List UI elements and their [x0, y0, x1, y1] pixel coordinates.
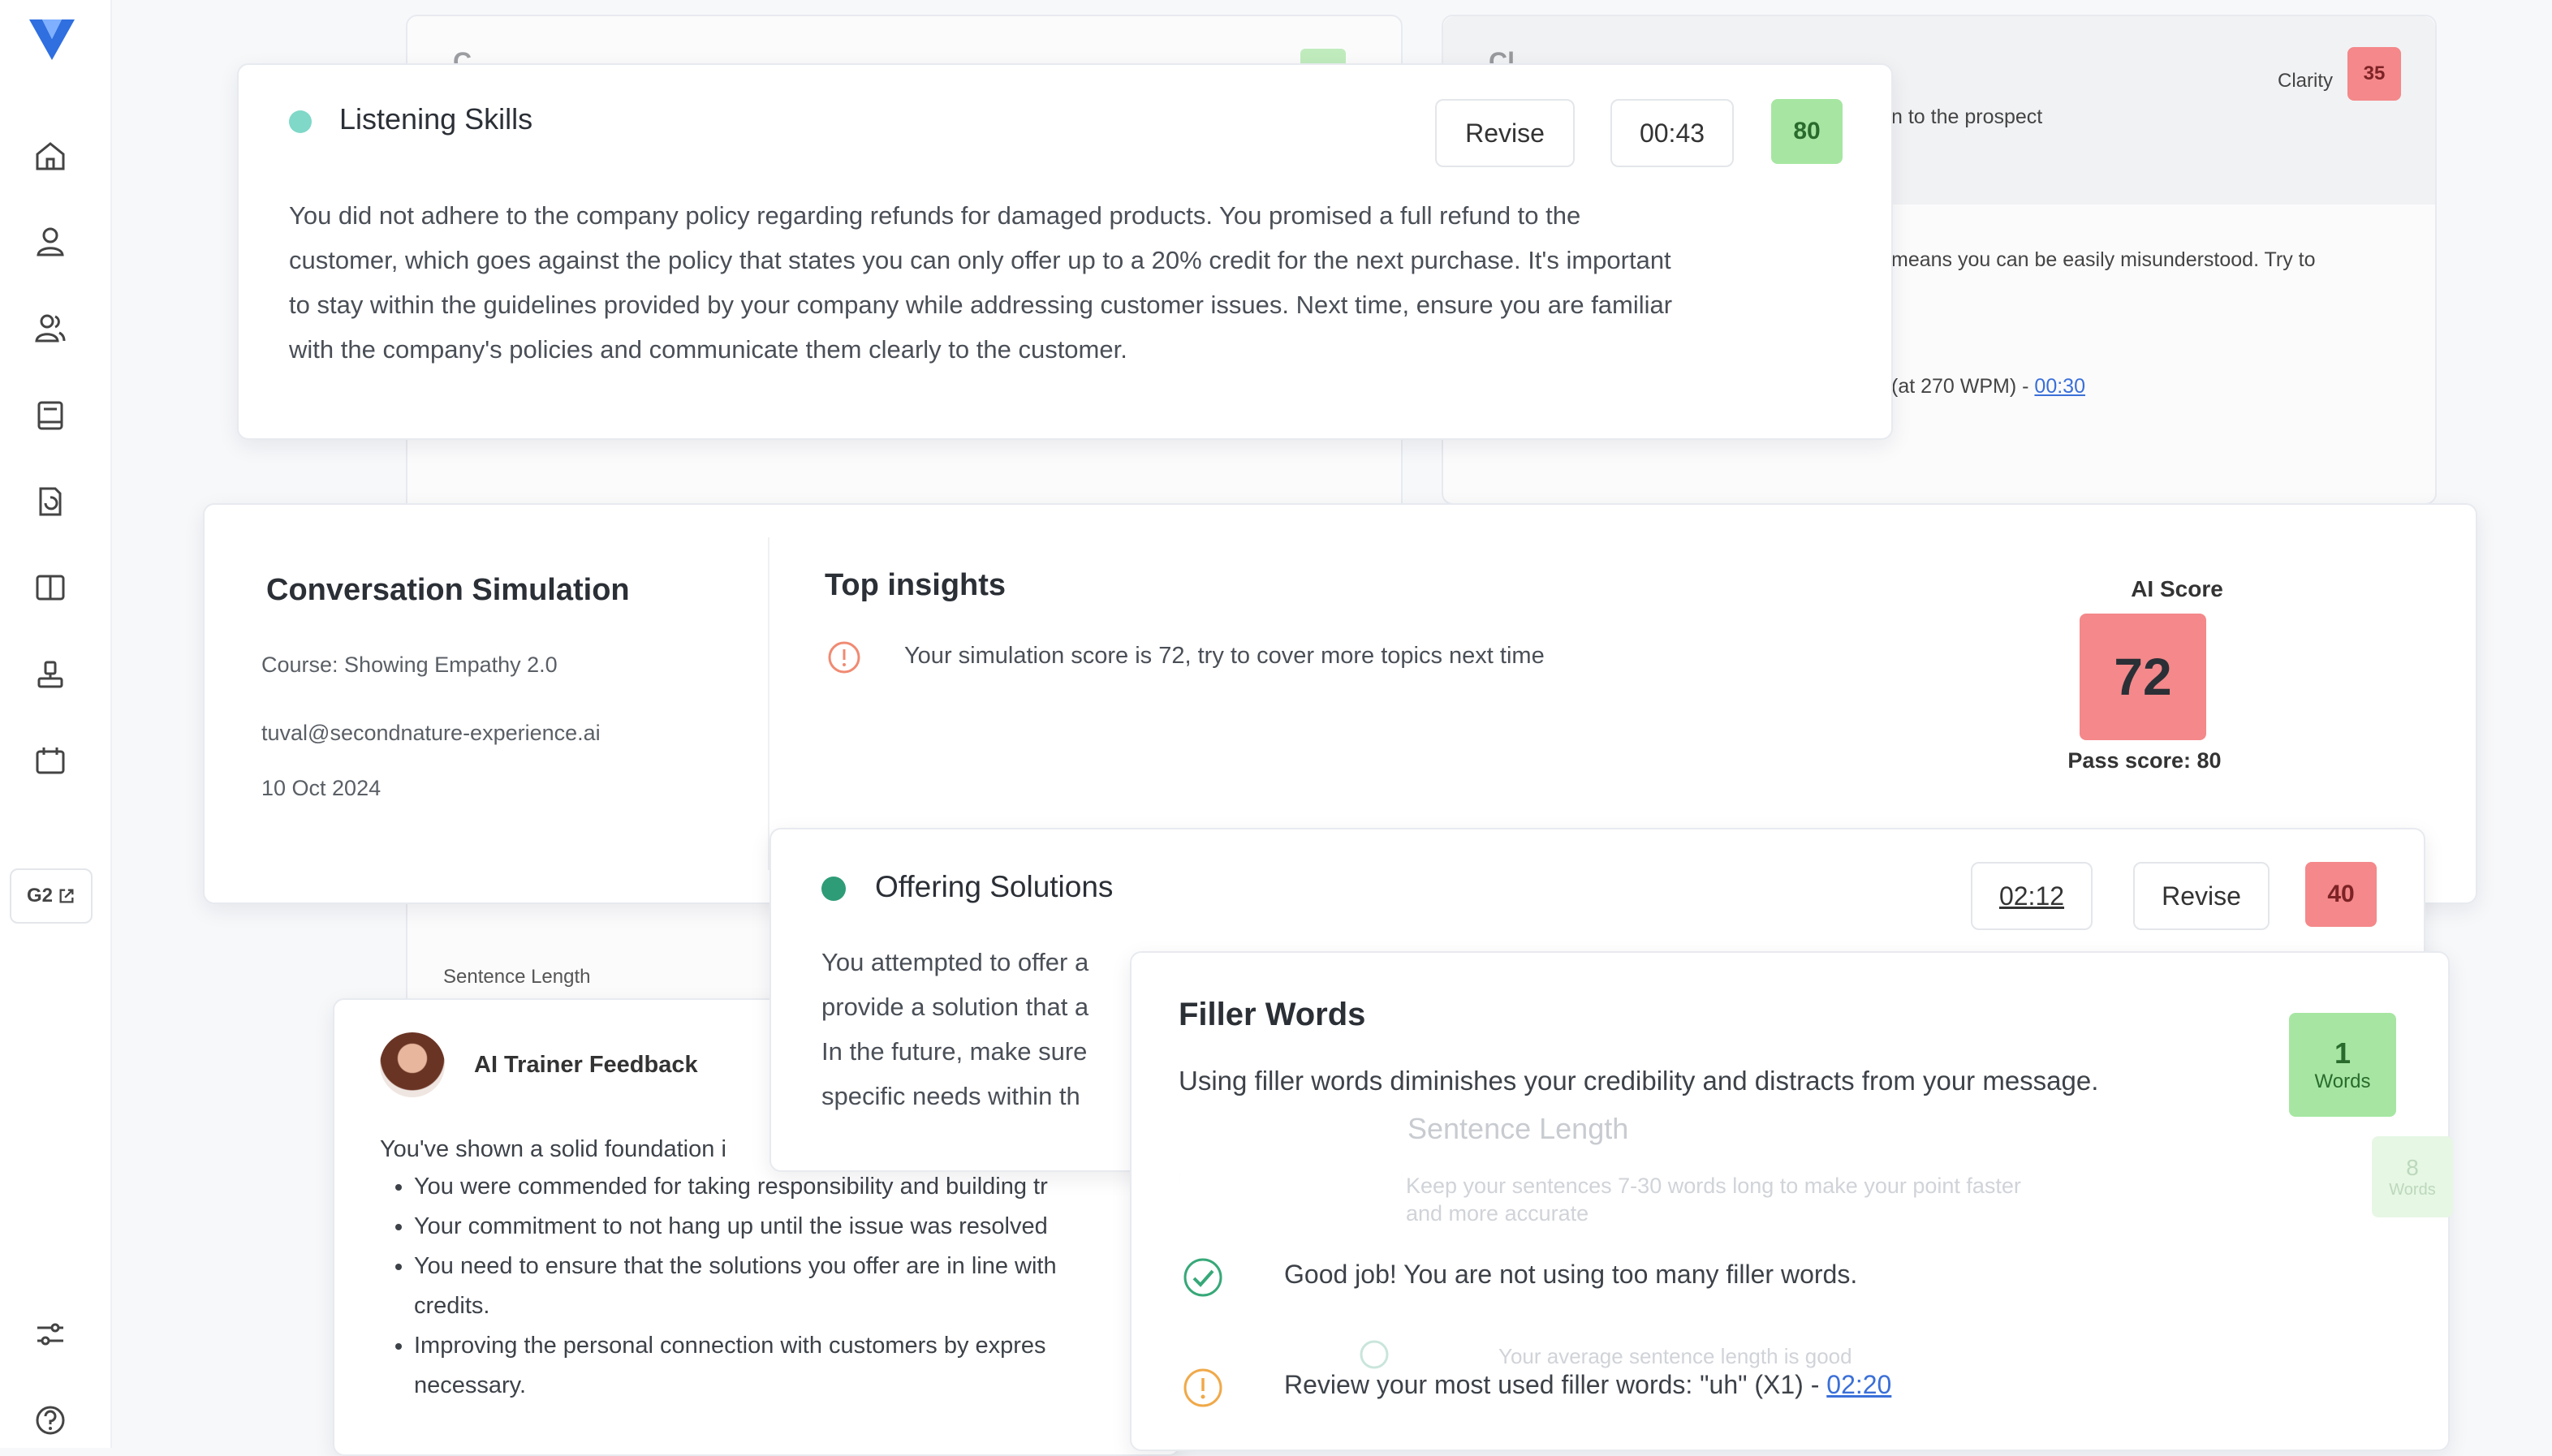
refresh-doc-icon[interactable] [32, 484, 68, 519]
ghost-desc-line: and more accurate [1406, 1201, 1589, 1226]
bg-right-line3: (at 270 WPM) - 00:30 [1891, 375, 2085, 398]
ghost-desc-line: Keep your sentences 7-30 words long to m… [1406, 1174, 2021, 1198]
ghost-sentence-length-desc: Keep your sentences 7-30 words long to m… [1406, 1172, 2021, 1227]
offering-solutions-title: Offering Solutions [875, 870, 1114, 903]
trainer-title: AI Trainer Feedback [474, 1052, 698, 1078]
filler-words-card: Filler Words Using filler words diminish… [1130, 951, 2453, 1451]
trainer-intro: You've shown a solid foundation i [380, 1136, 726, 1162]
open-book-icon[interactable] [32, 570, 68, 605]
review-icon [1182, 1367, 1224, 1409]
users-icon[interactable] [32, 310, 68, 346]
list-item: You need to ensure that the solutions yo… [414, 1247, 1209, 1326]
clarity-label: Clarity [2278, 70, 2334, 92]
listening-timestamp-button[interactable]: 00:43 [1610, 99, 1734, 167]
list-item-text: Improving the personal connection with c… [414, 1333, 1046, 1359]
ghost-sentence-length-title: Sentence Length [1407, 1112, 1629, 1145]
list-item: Improving the personal connection with c… [414, 1326, 1209, 1406]
insight-item: Your simulation score is 72, try to cove… [904, 643, 1545, 669]
listening-score-badge: 80 [1771, 99, 1843, 164]
home-icon[interactable] [32, 138, 68, 174]
user-icon[interactable] [32, 224, 68, 260]
calendar-icon[interactable] [32, 743, 68, 779]
filler-words-title: Filler Words [1179, 997, 1366, 1032]
g2-label: G2 [26, 885, 53, 907]
ghost-count-badge: 8 Words [2372, 1136, 2453, 1217]
list-item-text: credits. [414, 1293, 490, 1319]
pass-score: Pass score: 80 [2067, 748, 2222, 773]
offering-feedback-text: You attempted to offer a provide a solut… [821, 940, 1162, 1118]
ai-score-badge: 72 [2080, 614, 2206, 740]
divider [768, 537, 769, 870]
bg-right-line3-link[interactable]: 00:30 [2034, 375, 2085, 398]
filler-count-badge: 1 Words [2289, 1013, 2396, 1117]
list-item: Your commitment to not hang up until the… [414, 1207, 1209, 1247]
trainer-avatar [380, 1032, 445, 1097]
ghost-count-unit: Words [2389, 1180, 2436, 1199]
offering-line: specific needs within th [821, 1082, 1080, 1110]
review-text: Review your most used filler words: "uh"… [1284, 1370, 1891, 1400]
ghost-check-icon [1359, 1339, 1390, 1370]
offering-revise-button[interactable]: Revise [2133, 862, 2270, 930]
warning-icon [826, 640, 862, 675]
bg-right-line1: n to the prospect [1891, 106, 2043, 128]
listening-revise-button[interactable]: Revise [1435, 99, 1575, 167]
external-link-icon [59, 889, 74, 903]
sliders-icon[interactable] [32, 1316, 68, 1352]
filler-count-unit: Words [2314, 1070, 2371, 1092]
status-dot [289, 110, 312, 133]
top-insights-title: Top insights [825, 568, 1007, 602]
offering-line: You attempted to offer a [821, 948, 1089, 976]
book-icon[interactable] [32, 398, 68, 433]
user-email: tuval@secondnature-experience.ai [261, 721, 601, 745]
trophy-icon[interactable] [32, 657, 68, 693]
check-circle-icon [1182, 1256, 1224, 1299]
filler-count: 1 [2334, 1036, 2352, 1070]
review-text-body: Review your most used filler words: "uh"… [1284, 1370, 1827, 1399]
listening-skills-card: Listening Skills Revise 00:43 80 You did… [237, 63, 1893, 440]
filler-words-desc: Using filler words diminishes your credi… [1179, 1066, 2099, 1096]
offering-score-badge: 40 [2305, 862, 2377, 927]
sidebar: G2 [0, 0, 112, 1448]
good-job-text: Good job! You are not using too many fil… [1284, 1260, 1858, 1289]
listening-skills-title: Listening Skills [339, 102, 533, 136]
offering-line: provide a solution that a [821, 993, 1089, 1021]
trainer-bullet-list: You were commended for taking responsibi… [373, 1167, 1209, 1406]
ghost-item: Your average sentence length is good [1498, 1344, 1852, 1368]
review-timestamp-link[interactable]: 02:20 [1826, 1370, 1891, 1399]
conversation-title: Conversation Simulation [266, 573, 630, 607]
logo-icon[interactable] [26, 11, 78, 63]
help-icon[interactable] [32, 1402, 68, 1438]
sentence-length-label: Sentence Length [443, 966, 591, 988]
offering-timestamp-button[interactable]: 02:12 [1971, 862, 2093, 930]
list-item: You were commended for taking responsibi… [414, 1167, 1209, 1207]
list-item-text: You need to ensure that the solutions yo… [414, 1253, 1057, 1279]
offering-line: In the future, make sure [821, 1037, 1088, 1066]
status-dot [821, 877, 846, 901]
clarity-score: 35 [2347, 47, 2401, 101]
ghost-count: 8 [2406, 1154, 2419, 1180]
g2-button[interactable]: G2 [10, 868, 93, 924]
bg-right-line3-text: (at 270 WPM) - [1891, 375, 2035, 398]
list-item-text: necessary. [414, 1372, 527, 1398]
listening-feedback-text: You did not adhere to the company policy… [289, 201, 1673, 364]
ai-score-label: AI Score [2131, 576, 2223, 601]
course-name: Course: Showing Empathy 2.0 [261, 653, 558, 677]
bg-right-line2: means you can be easily misunderstood. T… [1891, 248, 2316, 271]
session-date: 10 Oct 2024 [261, 776, 382, 800]
